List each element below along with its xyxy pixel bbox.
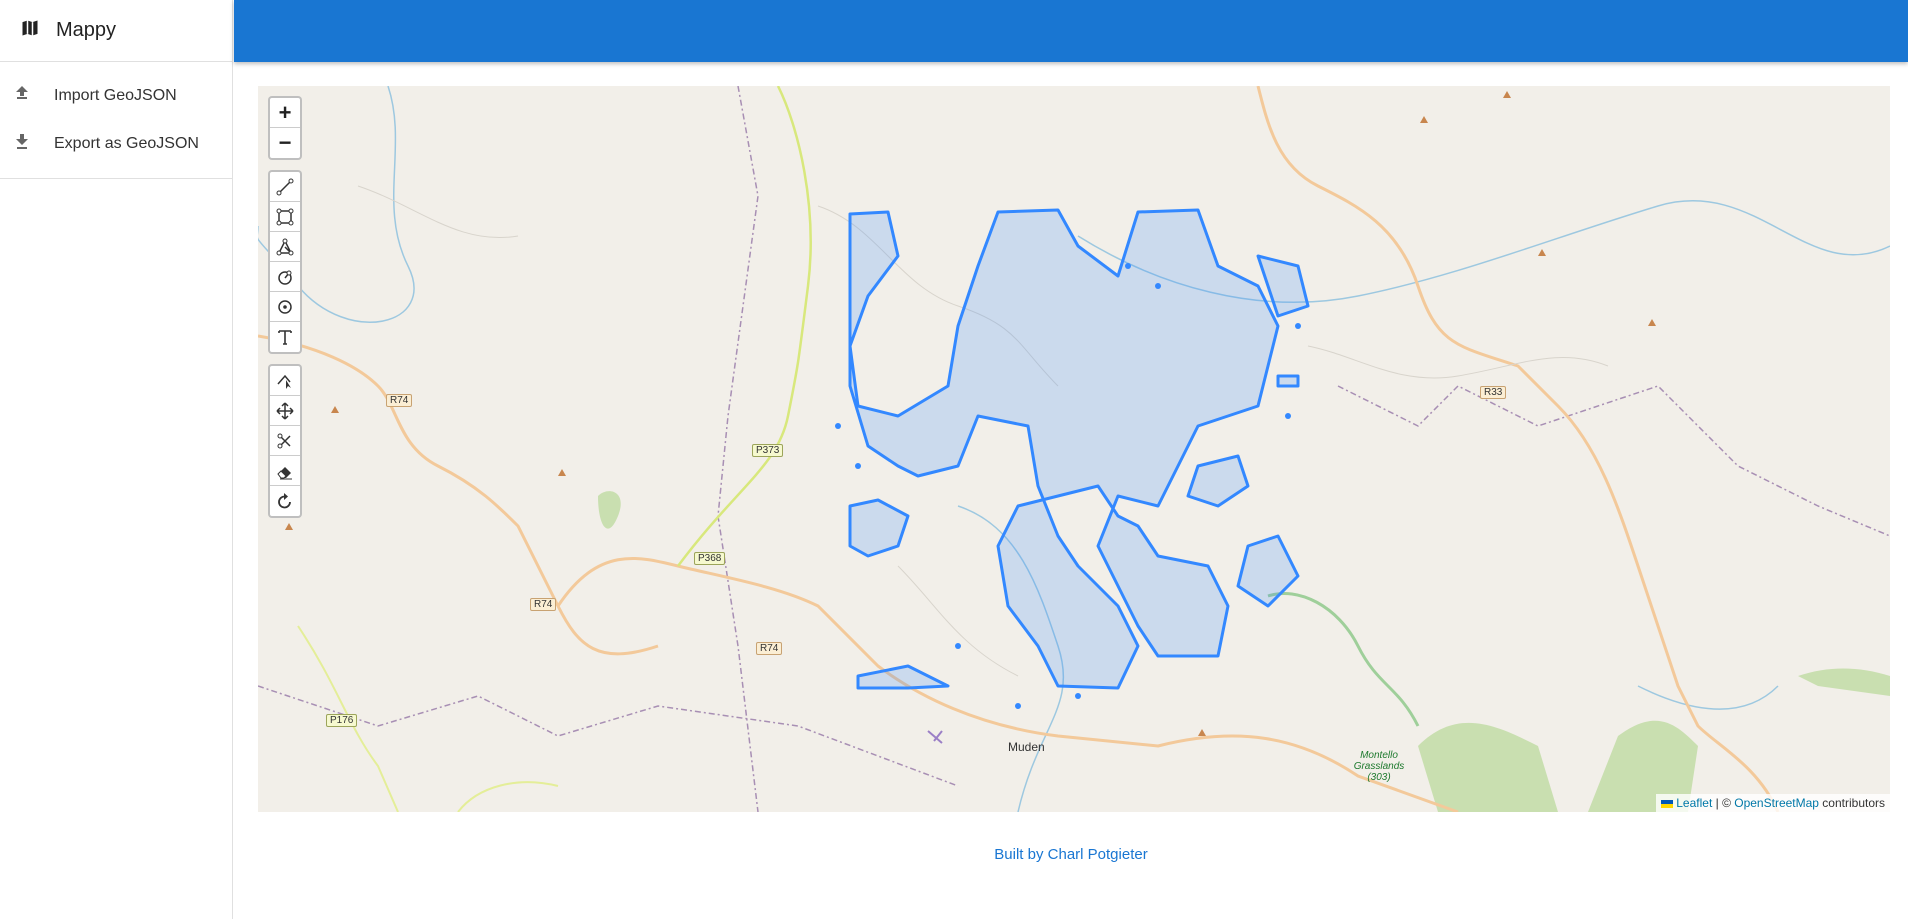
brand: Mappy [0,0,232,62]
map-container[interactable]: R74 R74 R74 P373 P368 P176 R33 Muden Mon… [258,86,1890,812]
sidebar: Mappy Import GeoJSON Export as GeoJSON [0,0,233,919]
road-label-r33: R33 [1480,386,1507,399]
zoom-control: + − [268,96,302,160]
road-label-r74-2: R74 [530,598,557,611]
map-tiles [258,86,1890,812]
edit-tool-icon[interactable] [270,366,300,396]
road-label-r74-3: R74 [756,642,783,655]
export-geojson-button[interactable]: Export as GeoJSON [0,120,232,168]
zoom-out-button[interactable]: − [270,128,300,158]
sidebar-menu: Import GeoJSON Export as GeoJSON [0,62,232,179]
footer-credit[interactable]: Built by Charl Potgieter [234,846,1908,863]
ukraine-flag-icon [1660,799,1673,808]
upload-icon [14,85,30,108]
move-tool-icon[interactable] [270,396,300,426]
map-attribution: Leaflet | © OpenStreetMap contributors [1655,794,1890,812]
import-geojson-button[interactable]: Import GeoJSON [0,72,232,120]
edit-toolbar [268,364,302,518]
circle-marker-tool-icon[interactable] [270,292,300,322]
download-icon [14,133,30,156]
circle-tool-icon[interactable] [270,262,300,292]
rectangle-tool-icon[interactable] [270,202,300,232]
app-bar [234,0,1908,62]
polygon-tool-icon[interactable] [270,232,300,262]
leaflet-link[interactable]: Leaflet [1676,796,1712,810]
road-label-p373: P373 [752,444,784,457]
map-icon [20,18,40,43]
place-label-muden: Muden [1008,740,1045,754]
text-tool-icon[interactable] [270,322,300,352]
osm-link[interactable]: OpenStreetMap [1734,796,1819,810]
attribution-separator: | © [1712,796,1735,810]
attribution-suffix: contributors [1818,796,1885,810]
polyline-tool-icon[interactable] [270,172,300,202]
eraser-tool-icon[interactable] [270,456,300,486]
draw-toolbar [268,170,302,354]
export-geojson-label: Export as GeoJSON [54,135,199,152]
rotate-tool-icon[interactable] [270,486,300,516]
import-geojson-label: Import GeoJSON [54,87,177,104]
cut-tool-icon[interactable] [270,426,300,456]
road-label-p368: P368 [694,552,726,565]
app-title: Mappy [56,19,117,41]
road-label-p176: P176 [326,714,358,727]
place-label-montello: Montello Grasslands (303) [1353,750,1405,783]
road-label-r74: R74 [386,394,413,407]
zoom-in-button[interactable]: + [270,98,300,128]
